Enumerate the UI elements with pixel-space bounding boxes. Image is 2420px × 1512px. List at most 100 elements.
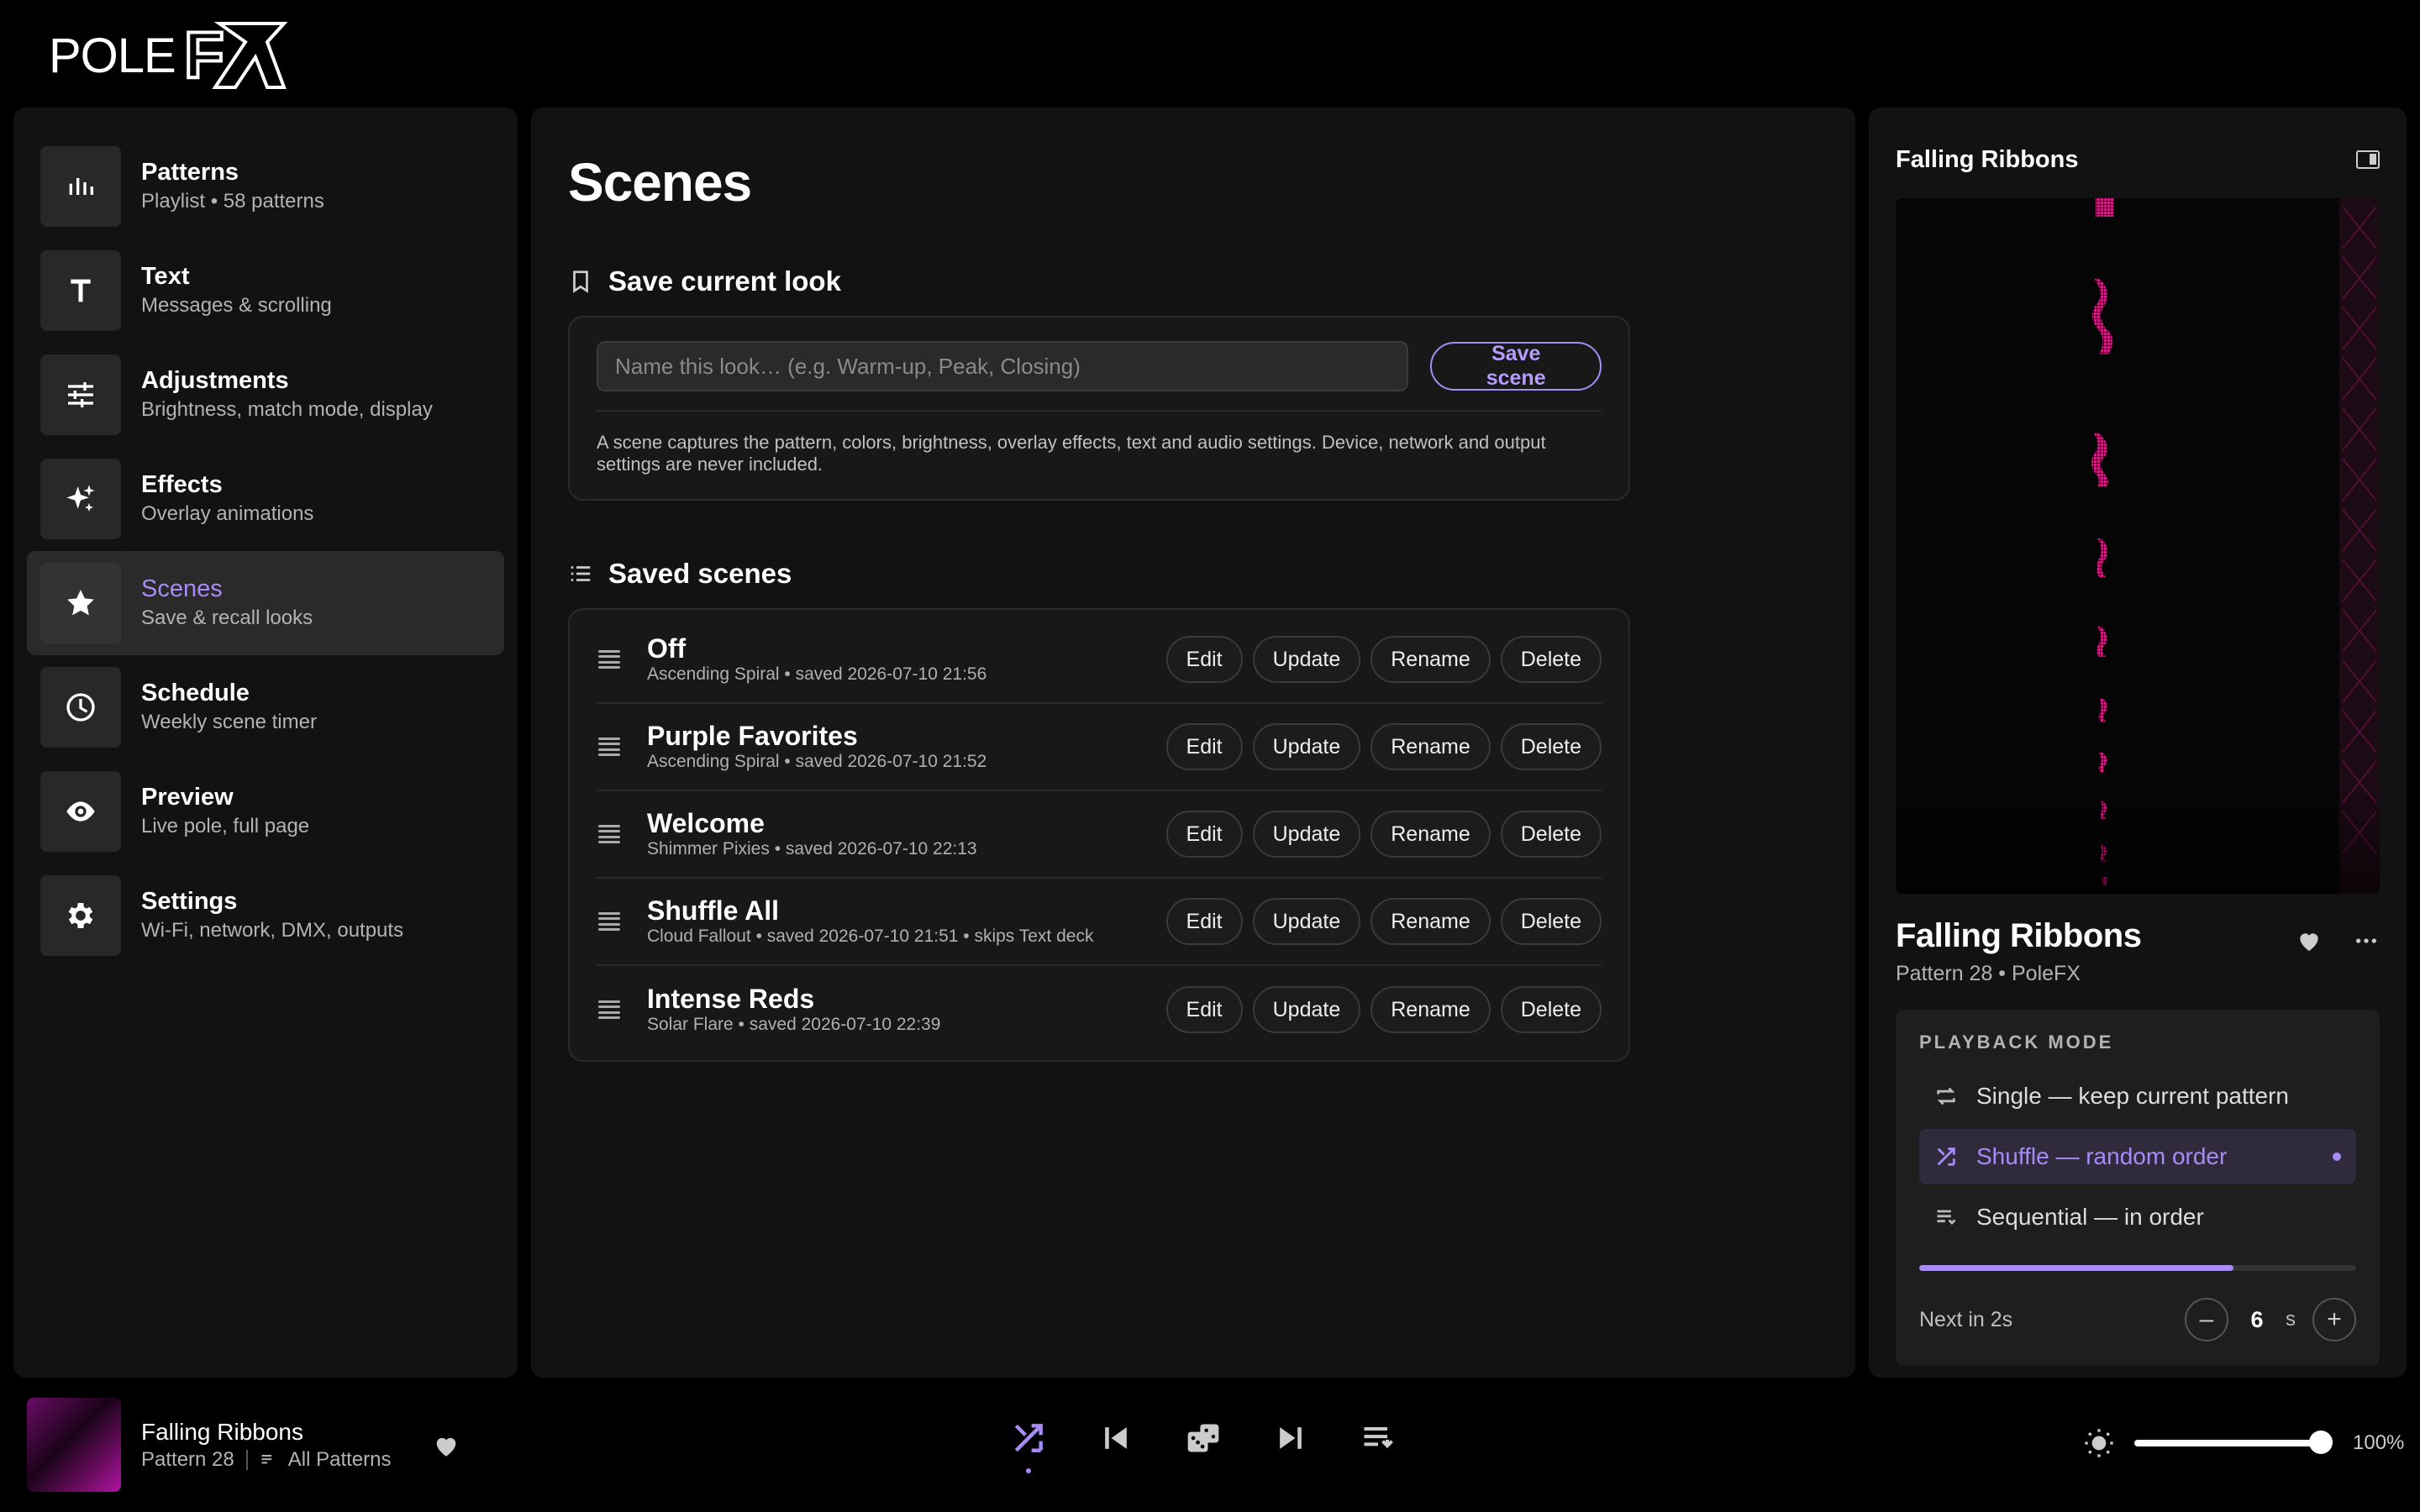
scene-delete-button[interactable]: Delete — [1500, 811, 1602, 858]
brightness-control: 100% — [2082, 1426, 2404, 1460]
now-playing-panel: Falling Ribbons Falling Ribbons Pattern … — [1869, 108, 2407, 1378]
scene-row[interactable]: Shuffle All Cloud Fallout • saved 2026-07… — [597, 879, 1602, 966]
scene-rename-button[interactable]: Rename — [1370, 723, 1491, 770]
playback-mode-card: PLAYBACK MODE Single — keep current patt… — [1896, 1010, 2380, 1366]
scene-update-button[interactable]: Update — [1252, 898, 1361, 945]
scene-name-input[interactable] — [597, 341, 1409, 391]
panel-toggle-icon[interactable] — [2356, 150, 2380, 169]
playback-option-label: Single — keep current pattern — [1976, 1083, 2289, 1109]
interval-stepper: – 6 s + — [2185, 1298, 2356, 1341]
save-section-heading: Save current look — [568, 265, 1818, 297]
scene-rename-button[interactable]: Rename — [1370, 986, 1491, 1033]
scene-delete-button[interactable]: Delete — [1500, 636, 1602, 683]
playback-option-sequential[interactable]: Sequential — in order — [1919, 1189, 2356, 1245]
scene-rename-button[interactable]: Rename — [1370, 636, 1491, 683]
heart-icon[interactable] — [432, 1431, 460, 1460]
sidebar-item-preview[interactable]: Preview Live pole, full page — [27, 759, 504, 864]
scene-row[interactable]: Welcome Shimmer Pixies • saved 2026-07-10… — [597, 791, 1602, 879]
bars-icon — [40, 146, 121, 227]
progress-fill — [1919, 1265, 2234, 1271]
heart-icon[interactable] — [2296, 927, 2323, 954]
skip-forward-icon — [1280, 1427, 1302, 1449]
next-button[interactable] — [1270, 1418, 1311, 1458]
previous-button[interactable] — [1096, 1418, 1136, 1458]
next-pattern-progress — [1919, 1265, 2356, 1271]
drag-handle-icon[interactable] — [597, 647, 622, 672]
scene-rename-button[interactable]: Rename — [1370, 898, 1491, 945]
scene-delete-button[interactable]: Delete — [1500, 898, 1602, 945]
brightness-slider-knob[interactable] — [2309, 1431, 2333, 1454]
scene-row[interactable]: Intense Reds Solar Flare • saved 2026-07-… — [597, 966, 1602, 1053]
polefx-logo: POLE F — [49, 17, 288, 93]
scene-meta: Solar Flare • saved 2026-07-10 22:39 — [647, 1015, 941, 1034]
sidebar-item-label: Schedule — [141, 680, 250, 706]
scene-row[interactable]: Purple Favorites Ascending Spiral • saved… — [597, 704, 1602, 791]
sidebar-item-adjustments[interactable]: Adjustments Brightness, match mode, disp… — [27, 343, 504, 447]
save-scene-button[interactable]: Save scene — [1430, 342, 1602, 391]
clock-icon — [40, 667, 121, 748]
sidebar-item-text[interactable]: Text Messages & scrolling — [27, 239, 504, 343]
eye-icon — [40, 771, 121, 852]
scene-delete-button[interactable]: Delete — [1500, 723, 1602, 770]
interval-value: 6 — [2250, 1306, 2264, 1332]
list-icon — [1937, 1210, 1956, 1225]
sidebar-item-sub: Brightness, match mode, display — [141, 398, 433, 421]
sidebar-item-patterns[interactable]: Patterns Playlist • 58 patterns — [27, 134, 504, 239]
scene-update-button[interactable]: Update — [1252, 636, 1361, 683]
drag-handle-icon[interactable] — [597, 734, 622, 759]
scene-meta: Ascending Spiral • saved 2026-07-10 21:5… — [647, 752, 987, 771]
scene-update-button[interactable]: Update — [1252, 723, 1361, 770]
playback-option-label: Sequential — in order — [1976, 1204, 2204, 1230]
pattern-thumbnail[interactable] — [27, 1398, 121, 1492]
transport-controls — [1008, 1418, 1398, 1473]
saved-section-heading: Saved scenes — [568, 558, 1818, 590]
scene-edit-button[interactable]: Edit — [1165, 898, 1243, 945]
sidebar-item-scenes[interactable]: Scenes Save & recall looks — [27, 551, 504, 655]
queue-button[interactable] — [1358, 1418, 1398, 1458]
star-icon — [40, 563, 121, 643]
more-options-icon[interactable] — [2353, 927, 2380, 954]
playback-option-shuffle[interactable]: Shuffle — random order — [1919, 1129, 2356, 1184]
svg-text:POLE: POLE — [49, 29, 176, 83]
scene-edit-button[interactable]: Edit — [1165, 723, 1243, 770]
falling-ribbons-preview — [1896, 198, 2380, 894]
next-countdown: Next in 2s — [1919, 1307, 2013, 1331]
brightness-slider[interactable] — [2134, 1431, 2333, 1454]
decrement-button[interactable]: – — [2185, 1298, 2228, 1341]
random-pattern-button[interactable] — [1183, 1418, 1223, 1458]
scene-edit-button[interactable]: Edit — [1165, 811, 1243, 858]
save-note: A scene captures the pattern, colors, br… — [597, 432, 1546, 475]
player-pattern: Pattern 28 — [141, 1448, 234, 1471]
scene-update-button[interactable]: Update — [1252, 811, 1361, 858]
scene-update-button[interactable]: Update — [1252, 986, 1361, 1033]
bookmark-icon — [573, 270, 588, 293]
scene-row[interactable]: Off Ascending Spiral • saved 2026-07-10 2… — [597, 617, 1602, 704]
player-bar: Falling Ribbons Pattern 28 All Patterns — [0, 1384, 2420, 1512]
player-playlist[interactable]: All Patterns — [288, 1448, 392, 1472]
scene-edit-button[interactable]: Edit — [1165, 636, 1243, 683]
scene-delete-button[interactable]: Delete — [1500, 986, 1602, 1033]
selected-indicator — [2333, 1152, 2341, 1161]
shuffle-button[interactable] — [1008, 1418, 1049, 1473]
scene-edit-button[interactable]: Edit — [1165, 986, 1243, 1033]
sidebar-item-effects[interactable]: Effects Overlay animations — [27, 447, 504, 551]
scene-name: Purple Favorites — [647, 721, 858, 751]
queue-icon — [1364, 1426, 1393, 1449]
drag-handle-icon[interactable] — [597, 909, 622, 934]
pattern-preview — [1896, 198, 2380, 894]
sliders-icon — [40, 354, 121, 435]
drag-handle-icon[interactable] — [597, 822, 622, 847]
playback-option-single[interactable]: Single — keep current pattern — [1919, 1068, 2356, 1124]
page-title: Scenes — [568, 152, 752, 213]
sidebar-item-label: Settings — [141, 888, 238, 915]
sparkle-icon — [40, 459, 121, 539]
scene-name: Off — [647, 633, 687, 664]
sidebar-item-label: Patterns — [141, 159, 239, 186]
drag-handle-icon[interactable] — [597, 997, 622, 1022]
sun-icon — [2085, 1429, 2113, 1457]
shuffle-icon — [1014, 1424, 1043, 1452]
sidebar-item-schedule[interactable]: Schedule Weekly scene timer — [27, 655, 504, 759]
scene-rename-button[interactable]: Rename — [1370, 811, 1491, 858]
increment-button[interactable]: + — [2312, 1298, 2356, 1341]
sidebar-item-settings[interactable]: Settings Wi-Fi, network, DMX, outputs — [27, 864, 504, 968]
